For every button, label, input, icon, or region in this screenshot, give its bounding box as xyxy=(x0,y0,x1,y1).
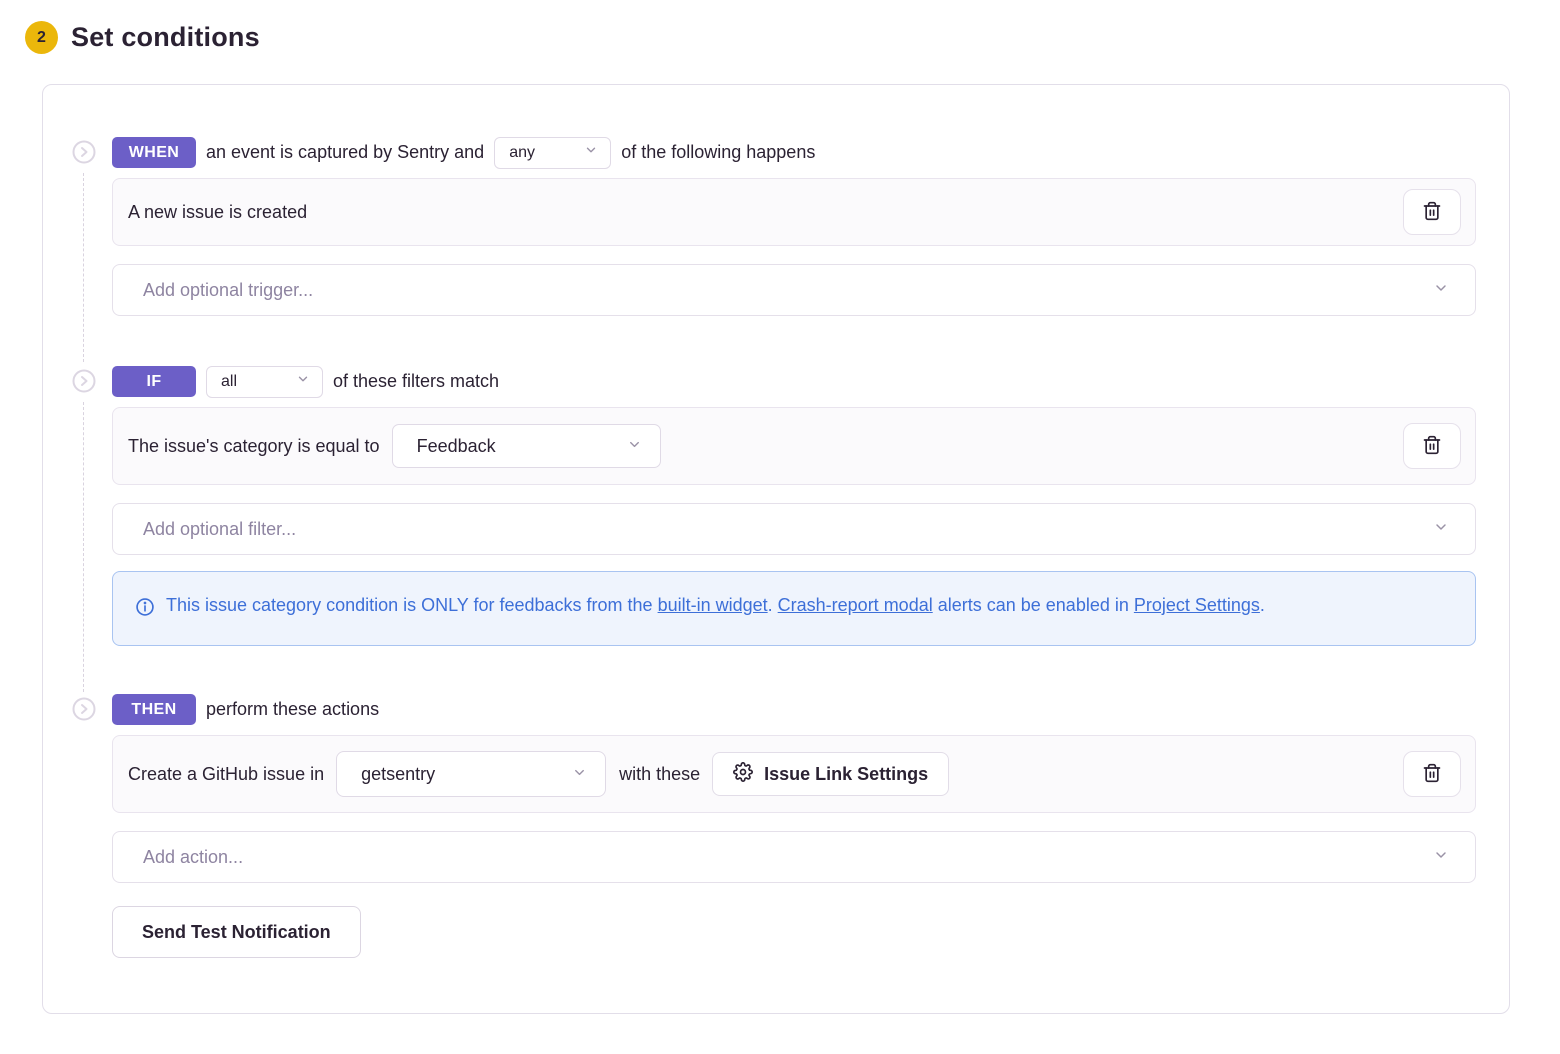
info-segment: . xyxy=(768,595,778,615)
chevron-right-circle-icon xyxy=(72,697,96,721)
info-segment: alerts can be enabled in xyxy=(933,595,1134,615)
trigger-row: A new issue is created xyxy=(112,178,1476,246)
chevron-down-icon xyxy=(572,764,587,785)
rail-connector xyxy=(83,173,84,362)
filter-row: The issue's category is equal to Feedbac… xyxy=(112,407,1476,485)
delete-action-button[interactable] xyxy=(1403,751,1461,797)
filter-value-select[interactable]: Feedback xyxy=(392,424,661,468)
issue-link-settings-label: Issue Link Settings xyxy=(764,764,928,785)
when-text-after: of the following happens xyxy=(621,142,815,163)
action-row: Create a GitHub issue in getsentry with … xyxy=(112,735,1476,813)
info-segment: . xyxy=(1260,595,1265,615)
repo-select[interactable]: getsentry xyxy=(336,751,606,797)
chevron-right-circle-icon xyxy=(72,369,96,393)
when-step: WHEN an event is captured by Sentry and … xyxy=(72,137,1476,316)
repo-value: getsentry xyxy=(361,764,435,785)
issue-link-settings-button[interactable]: Issue Link Settings xyxy=(712,752,949,796)
page-header: 2 Set conditions xyxy=(0,0,1560,54)
if-step: IF all of these filters match The issue'… xyxy=(72,366,1476,646)
if-match-select[interactable]: all xyxy=(206,366,323,398)
conditions-card: WHEN an event is captured by Sentry and … xyxy=(42,84,1510,1014)
action-middle-text: with these xyxy=(619,764,700,785)
when-rail xyxy=(72,137,112,316)
chevron-right-circle-icon xyxy=(72,140,96,164)
chevron-down-icon xyxy=(627,436,642,457)
then-badge: THEN xyxy=(112,694,196,725)
add-filter-select[interactable]: Add optional filter... xyxy=(112,503,1476,555)
then-header: THEN perform these actions xyxy=(112,694,1476,725)
then-text-after: perform these actions xyxy=(206,699,379,720)
step-number-badge: 2 xyxy=(25,21,58,54)
chevron-down-icon xyxy=(1433,519,1449,540)
when-badge: WHEN xyxy=(112,137,196,168)
if-header: IF all of these filters match xyxy=(112,366,1476,397)
trash-icon xyxy=(1422,763,1442,786)
built-in-widget-link[interactable]: built-in widget xyxy=(658,595,768,615)
add-trigger-placeholder: Add optional trigger... xyxy=(143,280,313,301)
if-badge: IF xyxy=(112,366,196,397)
when-match-value: any xyxy=(509,144,535,162)
then-step: THEN perform these actions Create a GitH… xyxy=(72,694,1476,958)
add-trigger-select[interactable]: Add optional trigger... xyxy=(112,264,1476,316)
trigger-label: A new issue is created xyxy=(128,202,307,223)
info-text: This issue category condition is ONLY fo… xyxy=(166,589,1265,628)
info-alert: This issue category condition is ONLY fo… xyxy=(112,571,1476,646)
when-match-select[interactable]: any xyxy=(494,137,611,169)
crash-report-modal-link[interactable]: Crash-report modal xyxy=(778,595,933,615)
project-settings-link[interactable]: Project Settings xyxy=(1134,595,1260,615)
filter-label: The issue's category is equal to xyxy=(128,436,380,457)
info-circle-icon xyxy=(135,589,155,628)
send-test-notification-button[interactable]: Send Test Notification xyxy=(112,906,361,958)
chevron-down-icon xyxy=(584,143,598,162)
filter-value: Feedback xyxy=(417,436,496,457)
add-filter-placeholder: Add optional filter... xyxy=(143,519,296,540)
trash-icon xyxy=(1422,201,1442,224)
when-text-before: an event is captured by Sentry and xyxy=(206,142,484,163)
page-title: Set conditions xyxy=(71,22,260,53)
then-rail xyxy=(72,694,112,958)
if-match-value: all xyxy=(221,373,237,391)
trash-icon xyxy=(1422,435,1442,458)
if-rail xyxy=(72,366,112,646)
chevron-down-icon xyxy=(1433,280,1449,301)
chevron-down-icon xyxy=(296,372,310,391)
chevron-down-icon xyxy=(1433,847,1449,868)
rail-connector xyxy=(83,402,84,692)
info-segment: This issue category condition is ONLY fo… xyxy=(166,595,658,615)
delete-filter-button[interactable] xyxy=(1403,423,1461,469)
gear-icon xyxy=(733,762,753,787)
action-label: Create a GitHub issue in xyxy=(128,764,324,785)
delete-trigger-button[interactable] xyxy=(1403,189,1461,235)
add-action-placeholder: Add action... xyxy=(143,847,243,868)
if-text-after: of these filters match xyxy=(333,371,499,392)
when-header: WHEN an event is captured by Sentry and … xyxy=(112,137,1476,168)
add-action-select[interactable]: Add action... xyxy=(112,831,1476,883)
